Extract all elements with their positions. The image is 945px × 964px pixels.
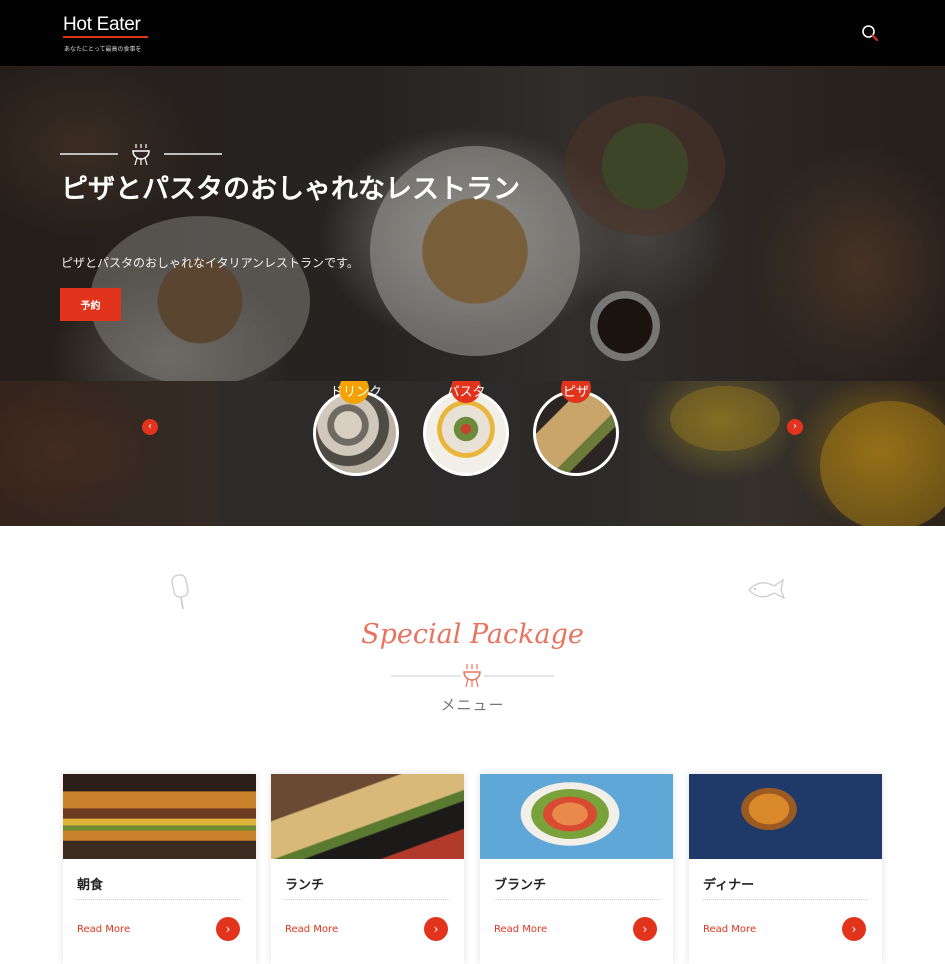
category-item-pasta[interactable]: パスタ	[423, 381, 509, 481]
read-more-link[interactable]: Read More	[494, 924, 547, 935]
menu-card-dinner[interactable]: ディナー Read More ›	[689, 774, 882, 964]
chevron-right-icon: ›	[851, 922, 857, 936]
category-label: ドリンク	[329, 385, 382, 400]
hero-overlay	[0, 66, 945, 381]
card-divider	[285, 899, 450, 900]
fish-icon	[748, 578, 786, 600]
menu-cards: 朝食 Read More › ランチ Read More › ブランチ Read…	[63, 774, 882, 964]
ornament-line-right	[484, 675, 554, 677]
hero-ornament	[60, 142, 222, 166]
carousel-prev-button[interactable]: ‹	[142, 419, 158, 435]
chevron-right-icon: ›	[225, 922, 231, 936]
read-more-link[interactable]: Read More	[285, 924, 338, 935]
card-title: 朝食	[77, 878, 104, 893]
chevron-right-icon: ›	[433, 922, 439, 936]
card-image-pizza	[271, 774, 464, 859]
chevron-left-icon: ‹	[148, 421, 152, 432]
read-more-link[interactable]: Read More	[703, 924, 756, 935]
chevron-right-icon: ›	[793, 421, 797, 432]
ornament-line-left	[391, 675, 461, 677]
card-image-roast	[689, 774, 882, 859]
card-image-salmon	[480, 774, 673, 859]
site-header: Hot Eater あなたにとって最高の食事を	[0, 0, 945, 66]
read-more-link[interactable]: Read More	[77, 924, 130, 935]
search-icon[interactable]	[861, 24, 879, 42]
logo-text[interactable]: Hot Eater	[63, 14, 141, 36]
read-more-button[interactable]: ›	[216, 917, 240, 941]
card-title: ブランチ	[494, 878, 547, 893]
menu-card-breakfast[interactable]: 朝食 Read More ›	[63, 774, 256, 964]
category-label: パスタ	[446, 385, 486, 400]
read-more-button[interactable]: ›	[633, 917, 657, 941]
menu-card-brunch[interactable]: ブランチ Read More ›	[480, 774, 673, 964]
special-package-section: Special Package メニュー 朝食 Read More › ランチ …	[0, 526, 945, 964]
grill-icon	[463, 664, 481, 688]
reservation-button[interactable]: 予約	[60, 288, 121, 321]
card-image-burger	[63, 774, 256, 859]
card-divider	[77, 899, 242, 900]
card-title: ランチ	[285, 878, 325, 893]
category-item-drink[interactable]: ドリンク	[313, 381, 399, 481]
card-title: ディナー	[703, 878, 755, 893]
menu-card-lunch[interactable]: ランチ Read More ›	[271, 774, 464, 964]
logo-tagline: あなたにとって最高の食事を	[64, 46, 142, 53]
hero-subtitle: ピザとパスタのおしゃれなイタリアンレストランです。	[61, 256, 359, 270]
category-label: ピザ	[562, 385, 589, 400]
ornament-line-left	[60, 153, 118, 155]
carousel-next-button[interactable]: ›	[787, 419, 803, 435]
card-divider	[494, 899, 659, 900]
special-package-title: Special Package	[361, 619, 584, 650]
popsicle-icon	[171, 574, 189, 610]
special-ornament	[391, 662, 554, 688]
read-more-button[interactable]: ›	[424, 917, 448, 941]
card-divider	[703, 899, 868, 900]
ornament-line-right	[164, 153, 222, 155]
category-carousel: ‹ ドリンク パスタ ピザ ›	[0, 381, 945, 526]
hero-title: ピザとパスタのおしゃれなレストラン	[61, 174, 520, 205]
site-logo[interactable]: Hot Eater あなたにとって最高の食事を	[63, 14, 148, 53]
chevron-right-icon: ›	[642, 922, 648, 936]
special-package-subtitle: メニュー	[440, 696, 505, 714]
grill-icon	[132, 144, 150, 166]
category-item-pizza[interactable]: ピザ	[533, 381, 619, 481]
hero-banner: ピザとパスタのおしゃれなレストラン ピザとパスタのおしゃれなイタリアンレストラン…	[0, 66, 945, 381]
logo-underline	[63, 36, 148, 38]
read-more-button[interactable]: ›	[842, 917, 866, 941]
